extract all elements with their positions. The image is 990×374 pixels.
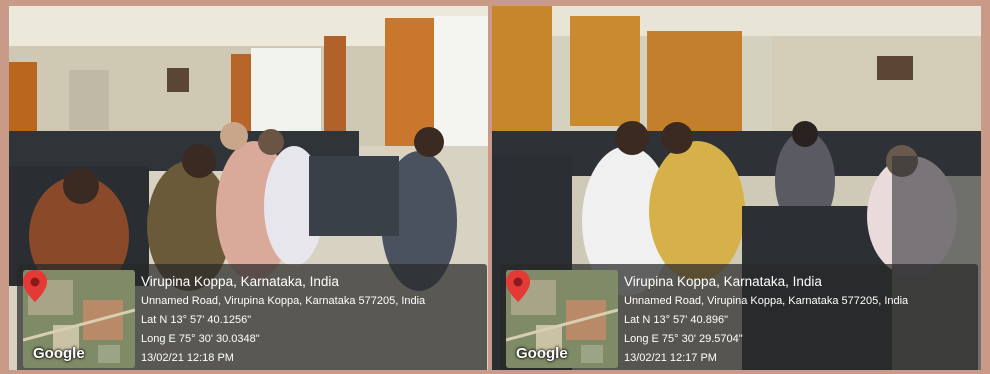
datetime-line: 13/02/21 12:17 PM: [624, 352, 717, 364]
geotag-text: Virupina Koppa, Karnataka, India Unnamed…: [624, 274, 908, 370]
map-thumbnail: Google: [23, 270, 135, 368]
address-line: Unnamed Road, Virupina Koppa, Karnataka …: [141, 295, 426, 307]
geotag-overlay: Google Virupina Koppa, Karnataka, India …: [17, 264, 487, 370]
longitude-line: Long E 75° 30' 30.0348": [141, 333, 260, 345]
location-title: Virupina Koppa, Karnataka, India: [141, 274, 339, 289]
geotag-overlay: Google Virupina Koppa, Karnataka, India …: [500, 264, 978, 370]
google-logo: Google: [516, 345, 568, 362]
location-pin-icon: [506, 270, 530, 302]
google-logo: Google: [33, 345, 85, 362]
location-title: Virupina Koppa, Karnataka, India: [624, 274, 822, 289]
latitude-line: Lat N 13° 57' 40.1256": [141, 314, 252, 326]
photo-right: Google Virupina Koppa, Karnataka, India …: [492, 6, 981, 370]
geotag-text: Virupina Koppa, Karnataka, India Unnamed…: [141, 274, 425, 370]
map-thumbnail: Google: [506, 270, 618, 368]
datetime-line: 13/02/21 12:18 PM: [141, 352, 234, 364]
location-pin-icon: [23, 270, 47, 302]
latitude-line: Lat N 13° 57' 40.896": [624, 314, 728, 326]
longitude-line: Long E 75° 30' 29.5704": [624, 333, 743, 345]
address-line: Unnamed Road, Virupina Koppa, Karnataka …: [624, 295, 909, 307]
photo-left: Google Virupina Koppa, Karnataka, India …: [9, 6, 488, 370]
